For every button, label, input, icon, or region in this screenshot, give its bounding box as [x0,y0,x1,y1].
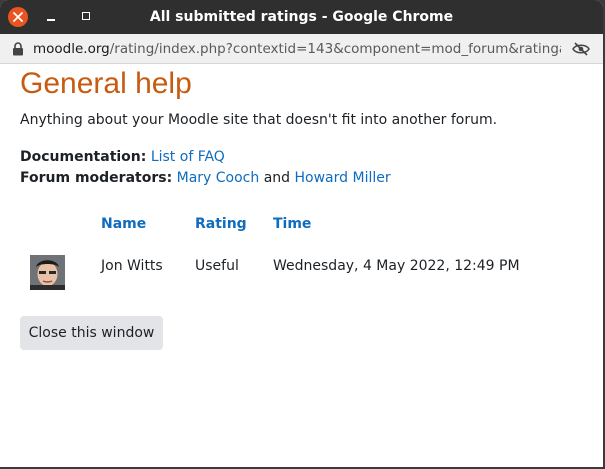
avatar[interactable] [30,255,65,290]
browser-window: All submitted ratings - Google Chrome mo… [0,0,603,467]
forum-intro: Anything about your Moodle site that doe… [20,112,498,128]
window-close-button[interactable] [8,7,28,27]
moderators-line: Forum moderators: Mary Cooch and Howard … [20,170,391,186]
documentation-line: Documentation: List of FAQ [20,149,225,165]
rating-value: Useful [195,258,239,274]
lock-icon [13,42,23,56]
url-path: /rating/index.php?contextid=143&componen… [109,41,561,57]
url-host: moodle.org [33,41,110,57]
column-header-time[interactable]: Time [273,216,311,232]
window-title: All submitted ratings - Google Chrome [149,9,454,25]
user-avatar-icon [30,255,65,290]
window-minimize-button[interactable] [44,9,60,25]
tracking-blocked-eye-icon[interactable] [572,42,590,56]
moderator-link-howard-miller[interactable]: Howard Miller [295,170,391,186]
column-header-rating[interactable]: Rating [195,216,247,232]
rating-rater-name: Jon Witts [101,258,163,274]
page-title: General help [20,67,192,100]
page-content: General help Anything about your Moodle … [0,65,603,467]
close-icon [13,12,23,22]
column-header-name[interactable]: Name [101,216,146,232]
close-window-button[interactable]: Close this window [20,316,163,350]
documentation-label: Documentation: [20,149,147,165]
moderator-link-mary-cooch[interactable]: Mary Cooch [177,170,260,186]
moderators-label: Forum moderators: [20,170,173,186]
title-bar: All submitted ratings - Google Chrome [0,0,603,34]
faq-link[interactable]: List of FAQ [151,149,225,165]
rating-time: Wednesday, 4 May 2022, 12:49 PM [273,258,520,274]
address-bar[interactable]: moodle.org/rating/index.php?contextid=14… [0,34,603,64]
window-maximize-button[interactable] [79,9,95,25]
url-text[interactable]: moodle.org/rating/index.php?contextid=14… [33,34,561,64]
moderators-joiner: and [263,170,291,186]
